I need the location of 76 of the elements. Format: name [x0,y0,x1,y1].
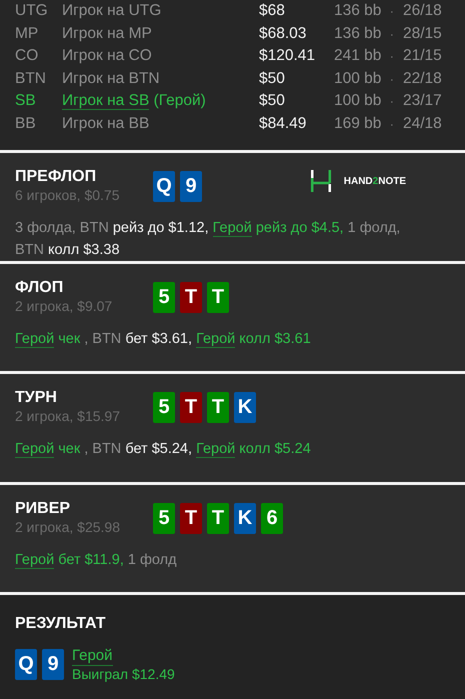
action-line: Герой бет $11.9, 1 фолд [15,550,178,571]
separator-dot: · [390,118,395,131]
player-link[interactable]: Игрок на UTG [62,2,162,19]
player-link[interactable]: Игрок на BTN [62,70,160,87]
playing-card: Q [153,171,175,202]
action-line: Герой чек , BTN бет $5.24, Герой колл $5.24 [15,440,312,460]
playing-card: 9 [180,171,202,202]
position-label: SB [15,92,37,110]
separator-dot: · [390,74,395,86]
playing-card: T [207,502,229,534]
playing-card: 6 [261,502,283,534]
stack-amount: $68 [259,2,286,20]
player-link[interactable]: Герой [196,331,236,348]
stack-bb: 136 bb [334,2,382,20]
player-link[interactable]: Герой [15,441,54,458]
player-stats: 21/15 [403,47,442,66]
position-label: CO [15,47,40,66]
player-link[interactable]: Герой [212,220,252,237]
result-title: РЕЗУЛЬТАТ [15,614,107,633]
position-label: BB [15,114,37,133]
position-label: UTG [15,2,49,20]
position-label: MP [15,24,40,43]
logo-icon [310,170,332,192]
player-link[interactable]: Игрок на CO [62,47,152,64]
stack-amount: $50 [259,92,286,110]
stack-bb: 241 bb [334,47,382,66]
street-info: 2 игрока, $9.07 [15,298,114,314]
playing-card: T [180,502,202,534]
street-title: ФЛОП [15,279,64,297]
stack-amount: $120.41 [259,47,316,66]
hero-tag: (Герой) [154,92,206,110]
player-link[interactable]: Герой [15,331,54,348]
playing-card: 9 [42,648,64,680]
street-title: ТУРН [15,389,58,408]
street-info: 6 игроков, $0.75 [15,187,120,203]
player-link[interactable]: Игрок на BB [62,114,150,132]
action-line: Герой чек , BTN бет $3.61, Герой колл $3.61 [15,330,312,350]
player-link[interactable]: Герой [72,646,113,666]
playing-card: Q [15,648,37,680]
player-link[interactable]: Герой [15,552,54,569]
action-line: 3 фолда, BTN рейз до $1.12, Герой рейз до $4.5, 1 фолд, BTN колл $3.38 [15,219,402,260]
player-stats: 24/18 [403,114,442,133]
stack-amount: $50 [259,70,286,88]
street-title: ПРЕФЛОП [15,168,98,186]
playing-card: T [180,392,202,424]
stack-bb: 136 bb [334,24,382,43]
playing-card: 5 [153,392,175,424]
stack-bb: 100 bb [334,92,382,110]
logo-text: HAND2NOTE [344,176,406,186]
player-link[interactable]: Игрок на MP [62,24,152,42]
separator-dot: · [390,28,395,41]
street-info: 2 игрока, $15.97 [15,408,121,424]
separator-dot: · [390,96,395,108]
playing-card: K [234,502,256,534]
playing-card: 5 [153,282,175,313]
position-label: BTN [15,70,47,88]
playing-card: T [207,392,229,424]
stack-bb: 169 bb [334,114,382,133]
playing-card: T [180,282,202,313]
player-stats: 26/18 [403,2,442,20]
stack-amount: $68.03 [259,24,308,43]
stack-bb: 100 bb [334,70,382,88]
player-stats: 22/18 [403,70,442,88]
playing-card: T [207,282,229,313]
player-stats: 23/17 [403,92,442,110]
player-stats: 28/15 [403,24,442,43]
street-info: 2 игрока, $25.98 [15,518,121,535]
playing-card: 5 [153,502,175,534]
result-amount: Выиграл $12.49 [72,666,175,682]
stack-amount: $84.49 [259,114,308,133]
playing-card: K [234,392,256,424]
separator-dot: · [390,51,395,64]
separator-dot: · [390,6,395,18]
street-title: РИВЕР [15,500,72,518]
player-link[interactable]: Игрок на SB [62,92,150,110]
player-link[interactable]: Герой [196,441,236,458]
